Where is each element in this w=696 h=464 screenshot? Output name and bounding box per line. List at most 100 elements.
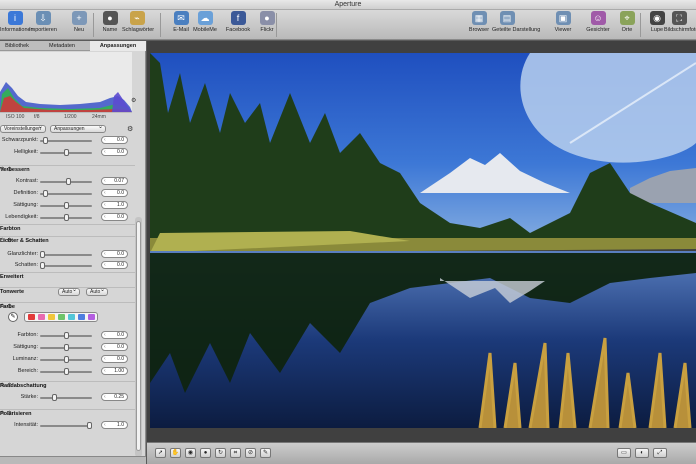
advanced-section-header[interactable]: Erweitert: [0, 272, 135, 281]
color-swatch[interactable]: [28, 314, 35, 320]
toolbar-import-button[interactable]: ⇩ Importieren: [28, 11, 58, 33]
adjustments-popup[interactable]: Anpassungen: [50, 124, 106, 133]
saturation-value-field[interactable]: 1.0: [101, 201, 128, 209]
range-value-field[interactable]: 1.00: [101, 367, 128, 375]
enhance-section-header[interactable]: Verbessern ↰ ⚙: [0, 165, 135, 174]
vibrancy-slider-knob[interactable]: [63, 214, 69, 221]
toolbar-separator: [93, 13, 94, 37]
toolbar-info-button[interactable]: i Informationen: [0, 11, 34, 33]
color-swatch[interactable]: [58, 314, 65, 320]
toolbar-new-button[interactable]: + Neu: [64, 11, 94, 33]
black-point-value-field[interactable]: 0.0: [101, 136, 128, 144]
vignette-section-header[interactable]: Randabschattung ↰ ⚙: [0, 381, 135, 390]
crop-icon[interactable]: ⌗: [230, 448, 241, 458]
range-slider-knob[interactable]: [63, 368, 69, 375]
luminance-value-field[interactable]: 0.0: [101, 355, 128, 363]
toolbar-fullscreen-button[interactable]: ⛶ Bildschirmfoto: [664, 11, 696, 33]
range-label: Bereich:: [17, 368, 38, 374]
color-section-gear-icon[interactable]: ↰ ⚙: [0, 303, 131, 310]
toolbar-label: Bildschirmfoto: [664, 27, 696, 33]
vignette-section-gear-icon[interactable]: ↰ ⚙: [0, 382, 131, 389]
flickr-icon: ●: [259, 11, 275, 25]
highlights-slider-knob[interactable]: [40, 251, 45, 258]
hue-row: Farbton: 0.0: [0, 331, 135, 340]
landscape-photo: [150, 53, 696, 428]
presets-popup[interactable]: Voreinstellungen: [0, 124, 46, 133]
polarize-section-header[interactable]: Polarisieren ↰ ⚙: [0, 409, 135, 418]
highlights-slider[interactable]: [40, 254, 92, 256]
color-saturation-slider-knob[interactable]: [63, 344, 69, 351]
polarize-section-gear-icon[interactable]: ↰ ⚙: [0, 410, 131, 417]
histogram-options-icon[interactable]: ⚙: [131, 97, 136, 104]
enhance-section-gear-icon[interactable]: ↰ ⚙: [0, 166, 131, 173]
polarize-intensity-slider[interactable]: [40, 425, 92, 427]
highlights-value-field[interactable]: 0.0: [101, 250, 128, 258]
toolbar-person-button[interactable]: ● Name: [95, 11, 125, 33]
inspector-panel: Bibliothek Metadaten Anpassungen ISO 100…: [0, 41, 146, 457]
view-mode-icon[interactable]: ◐: [635, 448, 649, 458]
vibrancy-value-field[interactable]: 0.0: [101, 213, 128, 221]
toolbar-viewer-button[interactable]: ▣ Viewer: [548, 11, 578, 33]
toolbar-places-button[interactable]: ⌖ Orte: [612, 11, 642, 33]
luminance-slider-knob[interactable]: [63, 356, 69, 363]
shadows-slider-knob[interactable]: [40, 262, 45, 269]
black-point-slider-knob[interactable]: [43, 137, 49, 144]
tab-anpassungen[interactable]: Anpassungen: [90, 41, 146, 51]
levels-auto-button-1[interactable]: Auto: [58, 287, 80, 296]
levels-auto-button-2[interactable]: Auto: [86, 287, 108, 296]
definition-slider-knob[interactable]: [43, 190, 49, 197]
polarize-intensity-slider-knob[interactable]: [87, 422, 92, 429]
photo-image[interactable]: [150, 53, 696, 428]
title-bar: Aperture: [0, 0, 696, 10]
pointer-icon[interactable]: ➚: [155, 448, 166, 458]
hand-icon[interactable]: ✋: [170, 448, 181, 458]
vignette-intensity-slider[interactable]: [40, 397, 92, 399]
toolbar-faces-button[interactable]: ☺ Gesichter: [583, 11, 613, 33]
rotate-icon[interactable]: ↻: [215, 448, 226, 458]
color-section-header[interactable]: Farbe ↰ ⚙: [0, 302, 135, 311]
toolbar-facebook-button[interactable]: f Facebook: [223, 11, 253, 33]
color-swatch[interactable]: [48, 314, 55, 320]
definition-row: Definition: 0.0: [0, 189, 135, 198]
redeye-icon[interactable]: ◉: [185, 448, 196, 458]
toolbar-browser-button[interactable]: ▦ Browser: [464, 11, 494, 33]
color-swatch[interactable]: [38, 314, 45, 320]
hue-slider-knob[interactable]: [63, 332, 69, 339]
toolbar-flickr-button[interactable]: ● Flickr: [252, 11, 282, 33]
straighten-icon[interactable]: ⊘: [245, 448, 256, 458]
contrast-slider-knob[interactable]: [65, 178, 71, 185]
fullscreen-toggle-icon[interactable]: ⤢: [653, 448, 667, 458]
brightness-slider-knob[interactable]: [63, 149, 69, 156]
add-adjustment-icon[interactable]: ⚙: [127, 125, 133, 133]
tab-bibliothek[interactable]: Bibliothek: [0, 41, 34, 51]
saturation-label: Sättigung:: [13, 202, 38, 208]
color-swatch[interactable]: [78, 314, 85, 320]
contrast-value-field[interactable]: 0.07: [101, 177, 128, 185]
toolbar-cloud-button[interactable]: ☁ MobileMe: [190, 11, 220, 33]
brightness-row: Helligkeit: 0.0: [0, 148, 135, 157]
highlights-shadows-section-header[interactable]: Lichter & Schatten ↰ ⚙: [0, 236, 135, 245]
color-saturation-value-field[interactable]: 0.0: [101, 343, 128, 351]
shadows-value-field[interactable]: 0.0: [101, 261, 128, 269]
spot-icon[interactable]: ●: [200, 448, 211, 458]
color-eyedropper-icon[interactable]: ✎: [8, 312, 18, 322]
shadows-slider[interactable]: [40, 265, 92, 267]
brush-icon[interactable]: ✎: [260, 448, 271, 458]
tint-section-header[interactable]: Farbton: [0, 224, 135, 233]
inspector-scrollbar-thumb[interactable]: [136, 221, 141, 451]
brightness-value-field[interactable]: 0.0: [101, 148, 128, 156]
vignette-intensity-value-field[interactable]: 0.25: [101, 393, 128, 401]
polarize-intensity-value-field[interactable]: 1.0: [101, 421, 128, 429]
tab-metadaten[interactable]: Metadaten: [40, 41, 84, 51]
shutter-text: 1/200: [64, 114, 77, 120]
toolbar-keywords-button[interactable]: ⌁ Schlagwörter: [122, 11, 154, 33]
color-swatch[interactable]: [68, 314, 75, 320]
hue-value-field[interactable]: 0.0: [101, 331, 128, 339]
vignette-intensity-slider-knob[interactable]: [51, 394, 57, 401]
filmstrip-icon[interactable]: ▭: [617, 448, 631, 458]
toolbar-split-view-button[interactable]: ▤ Geteilte Darstellung: [492, 11, 540, 33]
highlights-shadows-section-gear-icon[interactable]: ↰ ⚙: [0, 237, 131, 244]
definition-value-field[interactable]: 0.0: [101, 189, 128, 197]
saturation-slider-knob[interactable]: [63, 202, 69, 209]
color-swatch[interactable]: [88, 314, 95, 320]
